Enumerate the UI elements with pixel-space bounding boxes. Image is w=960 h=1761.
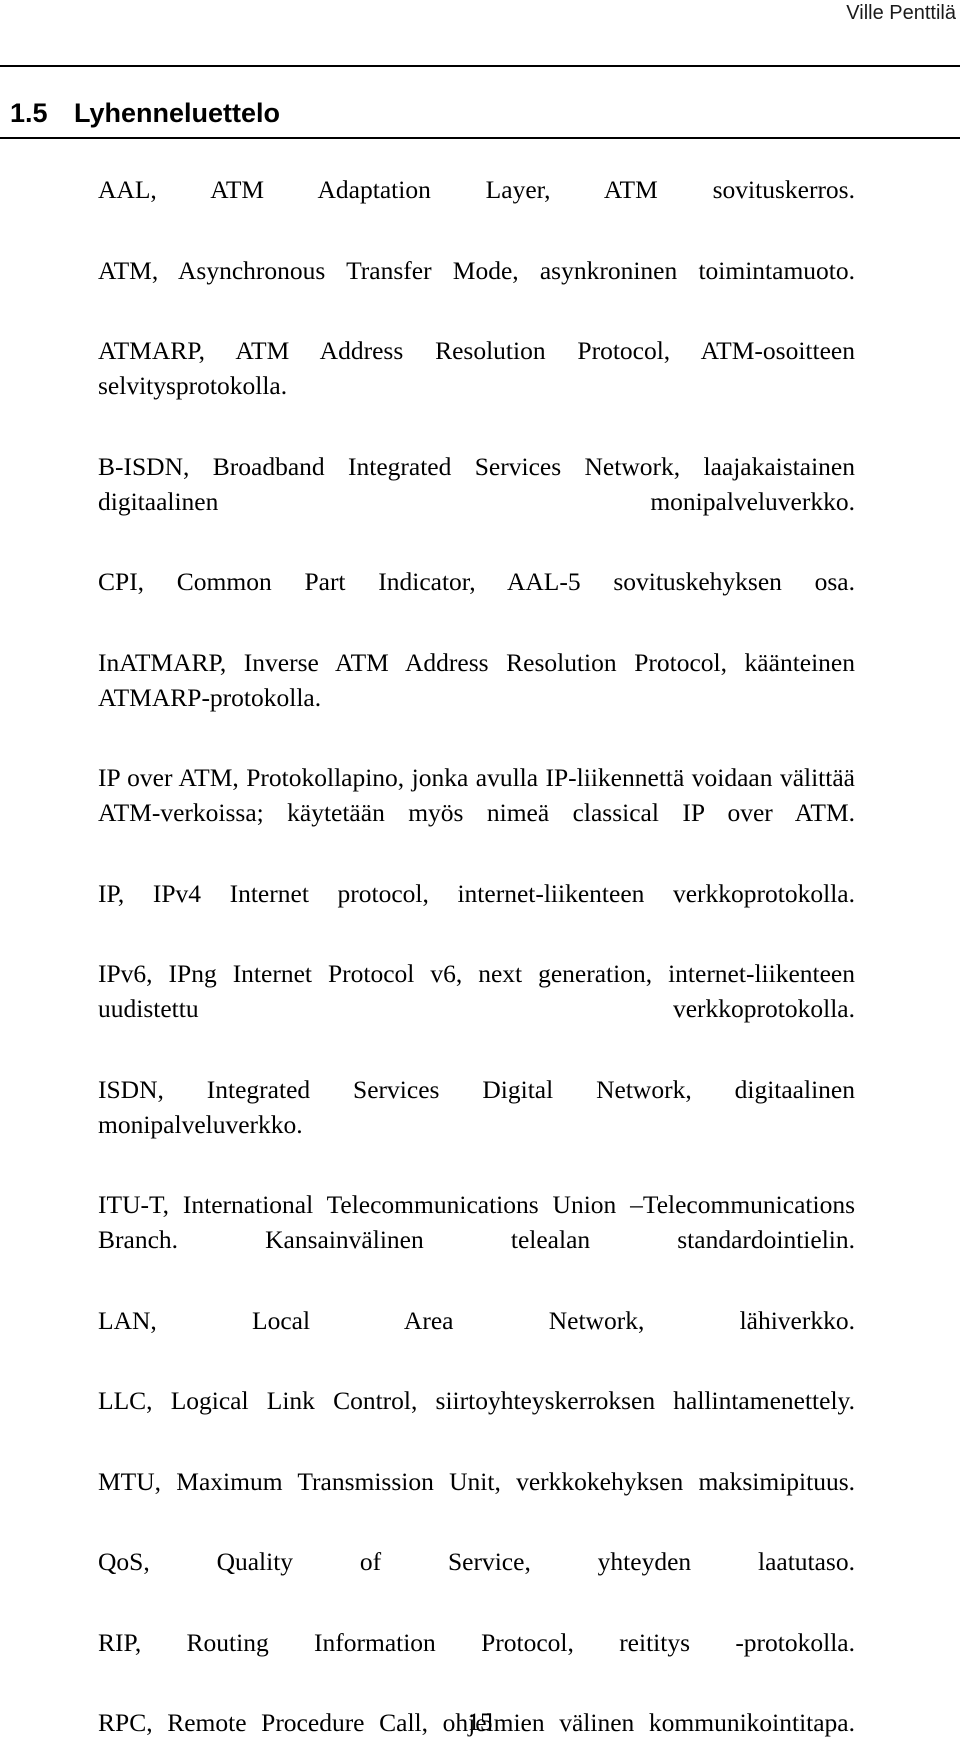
- abbreviation-entry: IPv6, IPng Internet Protocol v6, next ge…: [98, 959, 855, 1023]
- abbreviation-entry: CPI, Common Part Indicator, AAL-5 sovitu…: [98, 567, 855, 596]
- abbreviation-entry: QoS, Quality of Service, yhteyden laatut…: [98, 1547, 855, 1576]
- running-header: Ville Penttilä: [0, 0, 960, 46]
- running-header-author: Ville Penttilä: [846, 2, 956, 24]
- section-number: 1.5: [10, 98, 48, 128]
- abbreviation-entry: AAL, ATM Adaptation Layer, ATM sovituske…: [98, 175, 855, 204]
- document-page: Ville Penttilä 1.5 Lyhenneluettelo AAL, …: [0, 0, 960, 1761]
- abbreviation-entry: ITU-T, International Telecommunications …: [98, 1190, 855, 1254]
- abbreviation-entry: IP over ATM, Protokollapino, jonka avull…: [98, 763, 855, 827]
- abbreviation-entry: InATMARP, Inverse ATM Address Resolution…: [98, 647, 855, 712]
- abbreviation-entry: ATM, Asynchronous Transfer Mode, asynkro…: [98, 255, 855, 285]
- abbreviation-entry: ISDN, Integrated Services Digital Networ…: [98, 1074, 855, 1139]
- page-title: 1.5 Lyhenneluettelo: [10, 97, 280, 129]
- abbreviation-entry: LLC, Logical Link Control, siirtoyhteysk…: [98, 1386, 855, 1415]
- abbreviation-entry: IP, IPv4 Internet protocol, internet-lii…: [98, 878, 855, 908]
- heading-divider-rule: [0, 137, 960, 139]
- abbreviation-list: AAL, ATM Adaptation Layer, ATM sovituske…: [98, 172, 855, 1761]
- page-number: 15: [467, 1709, 493, 1736]
- abbreviation-entry: ATMARP, ATM Address Resolution Protocol,…: [98, 336, 855, 400]
- abbreviation-entry: B-ISDN, Broadband Integrated Services Ne…: [98, 451, 855, 516]
- page-footer: 15: [0, 1708, 960, 1738]
- header-divider-rule: [0, 65, 960, 67]
- abbreviation-entry: MTU, Maximum Transmission Unit, verkkoke…: [98, 1466, 855, 1496]
- section-title: Lyhenneluettelo: [74, 98, 281, 128]
- abbreviation-entry: LAN, Local Area Network, lähiverkko.: [98, 1305, 855, 1335]
- abbreviation-entry: RIP, Routing Information Protocol, reiti…: [98, 1627, 855, 1657]
